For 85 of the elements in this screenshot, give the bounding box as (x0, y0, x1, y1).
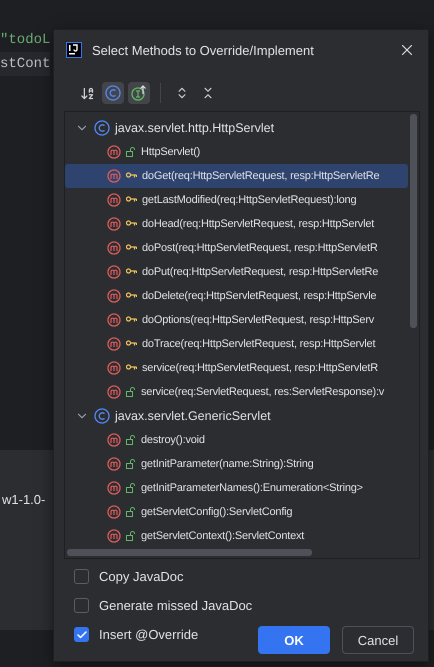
ok-button[interactable]: OK (258, 626, 330, 654)
method-icon (107, 433, 121, 447)
checkbox[interactable] (74, 569, 89, 584)
method-row[interactable]: doHead(req:HttpServletRequest, resp:HttpServlet (65, 212, 408, 236)
class-icon (94, 120, 110, 136)
app-logo-icon (66, 42, 82, 58)
method-row[interactable]: doDelete(req:HttpServletRequest, resp:HttpServle (65, 284, 408, 308)
method-row[interactable]: HttpServlet() (65, 140, 408, 164)
method-icon (107, 529, 121, 543)
method-icon (107, 145, 121, 159)
open-lock-icon (126, 531, 136, 541)
sort-icon (80, 86, 94, 100)
method-row[interactable]: getServletConfig():ServletConfig (65, 500, 408, 524)
dialog-title: Select Methods to Override/Implement (92, 42, 315, 58)
method-row[interactable]: doPost(req:HttpServletRequest, resp:HttpServletR (65, 236, 408, 260)
method-signature: service(req:ServletRequest, res:ServletResponse):v (141, 386, 384, 398)
key-icon (126, 220, 137, 228)
class-name[interactable]: javax.servlet.http.HttpServlet (115, 121, 274, 135)
key-icon (126, 172, 137, 180)
checkbox[interactable] (74, 598, 89, 613)
method-icon (107, 241, 121, 255)
key-icon (126, 244, 137, 252)
class-name[interactable]: javax.servlet.GenericServlet (115, 409, 271, 423)
open-lock-icon (126, 507, 136, 517)
key-icon (126, 364, 137, 372)
method-row[interactable]: service(req:HttpServletRequest, resp:HttpServletR (65, 356, 408, 380)
method-signature: doPut(req:HttpServletRequest, resp:HttpServletRe (142, 266, 378, 278)
method-signature: doPost(req:HttpServletRequest, resp:HttpServletR (142, 242, 378, 254)
method-signature: HttpServlet() (141, 146, 200, 158)
method-signature: getServletContext():ServletContext (141, 530, 304, 542)
method-icon (107, 289, 121, 303)
open-lock-icon (126, 387, 136, 397)
method-icon (107, 505, 121, 519)
method-row[interactable]: getInitParameterNames():Enumeration<String> (65, 476, 408, 500)
method-icon (107, 313, 121, 327)
method-signature: getInitParameterNames():Enumeration<String> (141, 482, 363, 494)
method-signature: doTrace(req:HttpServletRequest, resp:HttpServlet (142, 338, 376, 350)
class-filter-button[interactable] (102, 82, 124, 104)
method-signature: doDelete(req:HttpServletRequest, resp:HttpServle (142, 290, 376, 302)
interface-filter-button[interactable] (128, 82, 150, 104)
method-row[interactable]: getLastModified(req:HttpServletRequest):long (65, 188, 408, 212)
method-icon (107, 217, 121, 231)
vertical-scrollbar[interactable] (410, 114, 417, 328)
method-signature: getLastModified(req:HttpServletRequest):long (142, 194, 356, 206)
open-lock-icon (126, 435, 136, 445)
method-icon (107, 457, 121, 471)
method-signature: getInitParameter(name:String):String (141, 458, 314, 470)
method-signature: doHead(req:HttpServletRequest, resp:HttpServlet (142, 218, 374, 230)
method-signature: getServletConfig():ServletConfig (141, 506, 292, 518)
method-row[interactable]: service(req:ServletRequest, res:ServletResponse):v (65, 380, 408, 404)
method-row[interactable]: doTrace(req:HttpServletRequest, resp:HttpServlet (65, 332, 408, 356)
method-icon (107, 361, 121, 375)
method-icon (107, 481, 121, 495)
method-row[interactable]: doPut(req:HttpServletRequest, resp:HttpServletRe (65, 260, 408, 284)
method-icon (107, 337, 121, 351)
console-text: w1-1.0- (2, 492, 46, 507)
method-signature: doOptions(req:HttpServletRequest, resp:HttpServ (142, 314, 374, 326)
method-row[interactable]: getServletContext():ServletContext (65, 524, 408, 548)
method-signature: service(req:HttpServletRequest, resp:HttpServletR (142, 362, 378, 374)
method-row[interactable]: destroy():void (65, 428, 408, 452)
checkbox-label[interactable]: Generate missed JavaDoc (99, 598, 252, 613)
method-icon (107, 385, 121, 399)
code-line: "todoL (0, 31, 50, 50)
key-icon (126, 292, 137, 300)
cancel-button[interactable]: Cancel (342, 626, 414, 654)
method-icon (107, 169, 121, 183)
method-signature: doGet(req:HttpServletRequest, resp:HttpServletRe (142, 170, 380, 182)
open-lock-icon (126, 147, 136, 157)
method-row[interactable]: getInitParameter(name:String):String (65, 452, 408, 476)
method-signature: destroy():void (141, 434, 205, 446)
open-lock-icon (126, 459, 136, 469)
key-icon (126, 196, 137, 204)
horizontal-scrollbar[interactable] (67, 549, 312, 556)
method-row[interactable]: doGet(req:HttpServletRequest, resp:HttpServletRe (65, 164, 408, 188)
checkbox-label[interactable]: Copy JavaDoc (99, 569, 184, 584)
key-icon (126, 268, 137, 276)
open-lock-icon (126, 483, 136, 493)
key-icon (126, 316, 137, 324)
key-icon (126, 340, 137, 348)
checkbox-label[interactable]: Insert @Override (99, 627, 198, 642)
method-icon (107, 265, 121, 279)
checkbox[interactable] (74, 627, 89, 642)
method-row[interactable]: doOptions(req:HttpServletRequest, resp:HttpServ (65, 308, 408, 332)
class-icon (94, 408, 110, 424)
method-icon (107, 193, 121, 207)
